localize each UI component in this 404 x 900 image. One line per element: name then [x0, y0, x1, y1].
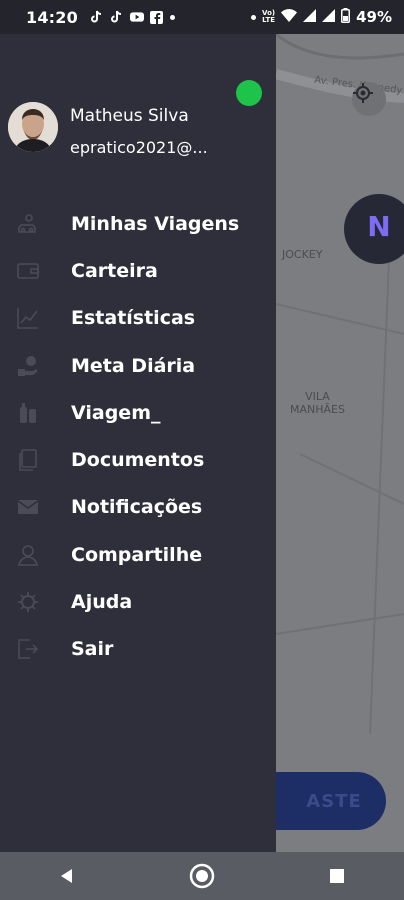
district-label-jockey: JOCKEY — [282, 248, 323, 261]
chart-icon — [15, 305, 41, 331]
my-location-button[interactable] — [352, 82, 386, 116]
menu-item-label: Minhas Viagens — [71, 212, 240, 235]
menu-item-label: Viagem_ — [71, 401, 161, 424]
car-history-icon — [15, 211, 41, 237]
volte-icon: Vo) LTE — [262, 9, 276, 24]
menu-item-carteira[interactable]: Carteira — [0, 247, 276, 294]
goal-money-icon — [15, 353, 41, 379]
menu-item-documentos[interactable]: Documentos — [0, 436, 276, 483]
avatar[interactable] — [8, 102, 58, 152]
back-button[interactable] — [43, 852, 91, 900]
avatar-photo — [8, 102, 58, 152]
share-user-icon — [15, 542, 41, 568]
facebook-icon — [150, 10, 164, 24]
menu-item-label: Documentos — [71, 449, 205, 472]
wallet-icon — [15, 258, 41, 284]
battery-percent: 49% — [356, 8, 392, 26]
navigation-drawer: Matheus Silva epratico2021@... Minhas Vi… — [0, 34, 276, 852]
menu-item-notificacoes[interactable]: Notificações — [0, 484, 276, 531]
menu-item-compartilhe[interactable]: Compartilhe — [0, 531, 276, 578]
home-button[interactable] — [178, 852, 226, 900]
menu-item-estatisticas[interactable]: Estatísticas — [0, 295, 276, 342]
district-label-line: MANHÃES — [290, 403, 345, 416]
drawer-menu: Minhas Viagens Carteira Estatísticas Met… — [0, 200, 276, 673]
battery-icon — [341, 7, 351, 27]
notification-icons — [90, 10, 175, 24]
menu-item-label: Meta Diária — [71, 354, 196, 377]
system-status: Vo) LTE 49% — [251, 7, 392, 27]
tiktok-icon — [90, 10, 104, 24]
back-icon — [61, 869, 73, 883]
menu-item-minhas-viagens[interactable]: Minhas Viagens — [0, 200, 276, 247]
help-gear-icon — [15, 589, 41, 615]
menu-item-label: Ajuda — [71, 591, 133, 614]
status-bar: 14:20 Vo) LTE 49% — [0, 0, 404, 34]
tiktok-icon — [110, 10, 124, 24]
system-nav-bar — [0, 852, 404, 900]
district-label-vila-manhaes: VILA MANHÃES — [290, 390, 345, 416]
user-email: epratico2021@... — [70, 138, 208, 157]
logo-mark-icon: N — [367, 210, 391, 243]
signal-icon — [322, 8, 336, 26]
more-notifications-dot — [169, 14, 175, 20]
menu-item-label: Notificações — [71, 496, 203, 519]
recents-button[interactable] — [313, 852, 361, 900]
online-status-indicator[interactable] — [236, 80, 262, 106]
documents-icon — [15, 447, 41, 473]
menu-item-sair[interactable]: Sair — [0, 626, 276, 673]
district-label-line: VILA — [305, 390, 330, 403]
main-action-label: ASTE — [306, 790, 362, 812]
signal-icon — [303, 8, 317, 26]
status-dot — [251, 14, 257, 20]
logout-icon — [15, 636, 41, 662]
menu-item-ajuda[interactable]: Ajuda — [0, 578, 276, 625]
recents-icon — [329, 869, 344, 883]
menu-item-label: Estatísticas — [71, 307, 196, 330]
wifi-icon — [281, 8, 298, 26]
luggage-icon — [15, 400, 41, 426]
menu-item-label: Carteira — [71, 259, 158, 282]
home-icon — [189, 863, 215, 889]
user-name: Matheus Silva — [70, 106, 189, 126]
menu-item-meta-diaria[interactable]: Meta Diária — [0, 342, 276, 389]
menu-item-viagem[interactable]: Viagem_ — [0, 389, 276, 436]
menu-item-label: Compartilhe — [71, 543, 203, 566]
menu-item-label: Sair — [71, 638, 114, 661]
envelope-icon — [15, 494, 41, 520]
crosshair-icon — [353, 83, 373, 103]
status-time: 14:20 — [26, 7, 78, 27]
youtube-icon — [129, 10, 144, 24]
